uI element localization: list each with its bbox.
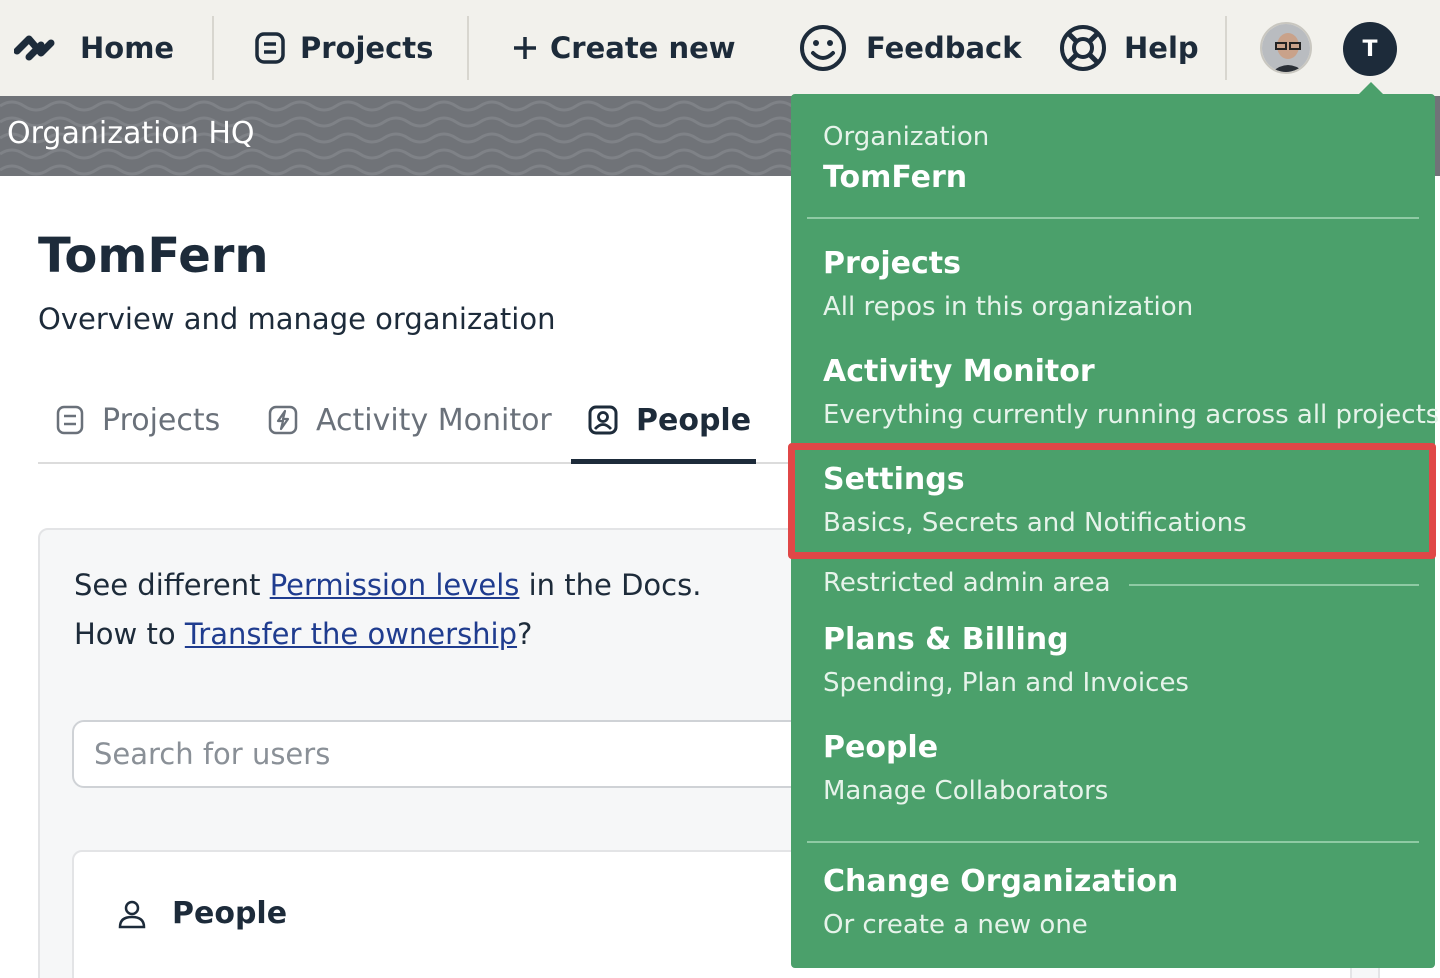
org-tabs: Projects Activity Monitor People <box>38 376 798 464</box>
menu-item-plans-billing[interactable]: Plans & Billing Spending, Plan and Invoi… <box>791 610 1435 710</box>
tab-people[interactable]: People <box>588 376 751 464</box>
menu-item-title: Activity Monitor <box>823 354 1095 389</box>
docs-text: How to <box>74 617 185 651</box>
tab-projects-label: Projects <box>102 402 221 438</box>
nav-create-new-label: Create new <box>550 31 736 65</box>
nav-home[interactable]: Home <box>14 0 174 96</box>
menu-item-settings[interactable]: Settings Basics, Secrets and Notificatio… <box>791 450 1435 550</box>
nav-help[interactable]: Help <box>1058 0 1199 96</box>
person-badge-icon <box>588 405 618 435</box>
nav-feedback[interactable]: Feedback <box>798 0 1022 96</box>
top-nav: Home Projects Create new Feedback Help T <box>0 0 1440 96</box>
plus-icon <box>512 35 538 61</box>
project-icon <box>56 405 84 435</box>
people-section-header: People <box>116 896 287 931</box>
restricted-divider <box>1129 584 1419 586</box>
lifebuoy-icon <box>1058 23 1108 73</box>
nav-home-label: Home <box>80 31 175 65</box>
menu-item-title: Change Organization <box>823 864 1179 899</box>
nav-divider <box>467 16 469 80</box>
tab-activity-monitor-label: Activity Monitor <box>316 402 552 438</box>
menu-item-desc: Spending, Plan and Invoices <box>823 668 1189 698</box>
nav-projects-label: Projects <box>300 31 434 65</box>
tab-activity-monitor[interactable]: Activity Monitor <box>268 376 552 464</box>
nav-create-new[interactable]: Create new <box>512 0 736 96</box>
menu-item-desc: Everything currently running across all … <box>823 400 1440 430</box>
menu-item-title: Plans & Billing <box>823 622 1069 657</box>
restricted-admin-label: Restricted admin area <box>823 568 1111 598</box>
docs-text: See different <box>74 568 270 602</box>
project-icon <box>254 31 286 65</box>
docs-text: in the Docs. <box>519 568 702 602</box>
smiley-icon <box>798 23 848 73</box>
permission-docs-line: See different Permission levels in the D… <box>74 568 701 602</box>
nav-divider <box>212 16 214 80</box>
page-title: TomFern <box>38 228 269 284</box>
active-tab-indicator <box>571 459 756 464</box>
transfer-ownership-link[interactable]: Transfer the ownership <box>185 617 517 651</box>
transfer-docs-line: How to Transfer the ownership? <box>74 617 532 651</box>
menu-item-desc: Manage Collaborators <box>823 776 1109 806</box>
banner-title: Organization HQ <box>7 116 255 151</box>
permission-levels-link[interactable]: Permission levels <box>270 568 520 602</box>
menu-item-desc: All repos in this organization <box>823 292 1194 322</box>
dropdown-divider <box>807 841 1419 843</box>
menu-item-desc: Basics, Secrets and Notifications <box>823 508 1247 538</box>
org-label: Organization <box>823 122 990 152</box>
menu-item-projects[interactable]: Projects All repos in this organization <box>791 234 1435 334</box>
semaphore-logo-icon <box>14 31 66 65</box>
nav-help-label: Help <box>1124 31 1199 65</box>
menu-item-title: Settings <box>823 462 965 497</box>
org-avatar-button[interactable]: T <box>1343 22 1397 76</box>
menu-item-change-organization[interactable]: Change Organization Or create a new one <box>791 852 1435 952</box>
user-avatar-photo[interactable] <box>1260 22 1312 74</box>
menu-item-people[interactable]: People Manage Collaborators <box>791 718 1435 818</box>
bolt-icon <box>268 405 298 435</box>
people-section-title: People <box>172 896 288 931</box>
docs-text: ? <box>517 617 533 651</box>
page-subtitle: Overview and manage organization <box>38 302 556 336</box>
nav-feedback-label: Feedback <box>866 31 1022 65</box>
dropdown-divider <box>807 217 1419 219</box>
org-dropdown-menu: Organization TomFern Projects All repos … <box>788 94 1439 968</box>
menu-item-desc: Or create a new one <box>823 910 1088 940</box>
nav-projects[interactable]: Projects <box>254 0 433 96</box>
org-name: TomFern <box>823 160 968 195</box>
tab-people-label: People <box>636 402 752 438</box>
tab-projects[interactable]: Projects <box>56 376 220 464</box>
person-icon <box>116 898 148 930</box>
menu-item-title: People <box>823 730 939 765</box>
menu-item-title: Projects <box>823 246 962 281</box>
nav-divider <box>1225 16 1227 80</box>
menu-item-activity-monitor[interactable]: Activity Monitor Everything currently ru… <box>791 342 1439 442</box>
